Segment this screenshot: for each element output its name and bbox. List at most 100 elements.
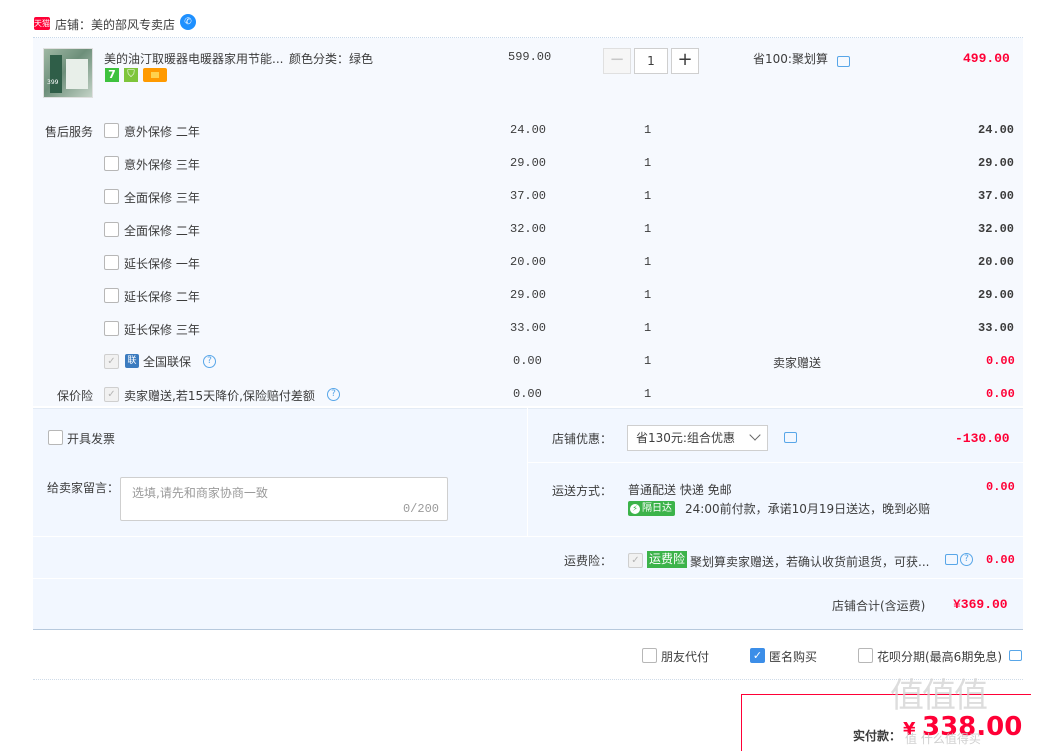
shop-name[interactable]: 店铺：美的部风专卖店 — [55, 16, 175, 33]
message-input[interactable]: 选填,请先和商家协商一致 0/200 — [120, 477, 448, 521]
next-day-tag: ⚡ 隔日达 — [628, 501, 675, 516]
service-total: 20.00 — [978, 255, 1015, 269]
help-icon[interactable]: ? — [203, 355, 216, 368]
promo-label: 省100:聚划算 — [753, 52, 828, 66]
order-divider — [33, 679, 1023, 680]
payment-label: 实付款： — [853, 729, 902, 743]
seven-day-return-icon: 7 — [105, 68, 119, 82]
bolt-icon: ⚡ — [630, 504, 640, 514]
promo-info-icon[interactable] — [837, 56, 850, 67]
lianbao-icon: 联 — [125, 354, 139, 368]
service-checkbox[interactable] — [104, 222, 119, 237]
service-price: 32.00 — [510, 222, 547, 236]
shipping-note: 24:00前付款，承诺10月19日送达，晚到必赔 — [685, 502, 931, 516]
lianbao-qty: 1 — [644, 354, 652, 368]
shipping-method: 普通配送 快递 免邮 — [628, 483, 732, 497]
service-qty: 1 — [644, 255, 652, 269]
price-protect-total: 0.00 — [986, 387, 1015, 401]
service-price: 29.00 — [510, 288, 547, 302]
product-title[interactable]: 美的油汀取暖器电暖器家用节能... — [104, 50, 283, 67]
invoice-checkbox[interactable] — [48, 430, 63, 445]
after-sales-label: 售后服务 — [45, 125, 94, 139]
increase-button[interactable]: + — [671, 48, 699, 74]
lianbao-note: 卖家赠送 — [773, 356, 822, 370]
watermark-logo: 值值值 — [890, 676, 988, 716]
shop-discount-amount: -130.00 — [955, 431, 1010, 446]
service-name[interactable]: 延长保修 二年 — [124, 288, 200, 305]
price-protect-name: 卖家赠送,若15天降价,保险赔付差额 — [124, 389, 315, 403]
huabei-checkbox[interactable] — [858, 648, 873, 663]
invoice-label[interactable]: 开具发票 — [67, 430, 115, 447]
service-checkbox[interactable] — [104, 123, 119, 138]
shop-discount-select[interactable]: 省130元:组合优惠 — [627, 425, 768, 451]
service-checkbox[interactable] — [104, 255, 119, 270]
item-subtotal: 499.00 — [963, 51, 1010, 66]
product-spec: 颜色分类：绿色 — [289, 52, 374, 66]
divider — [527, 408, 528, 536]
price-protect-price: 0.00 — [513, 387, 542, 401]
tmall-badge: 天猫 — [34, 17, 50, 30]
freight-insurance-label: 运费险： — [564, 554, 613, 568]
price-protect-checkbox: ✓ — [104, 387, 119, 402]
friend-pay-label[interactable]: 朋友代付 — [661, 648, 709, 665]
next-day-tag-text: 隔日达 — [642, 503, 672, 514]
divider — [33, 629, 1023, 630]
shipping-amount: 0.00 — [986, 480, 1015, 494]
shipping-label: 运送方式： — [552, 484, 613, 498]
huabei-info-icon[interactable] — [1009, 650, 1022, 661]
service-name[interactable]: 延长保修 一年 — [124, 255, 200, 272]
service-qty: 1 — [644, 321, 652, 335]
service-checkbox[interactable] — [104, 189, 119, 204]
friend-pay-checkbox[interactable] — [642, 648, 657, 663]
shop-total-amount: ¥369.00 — [953, 597, 1008, 612]
lianbao-total: 0.00 — [986, 354, 1015, 368]
lianbao-price: 0.00 — [513, 354, 542, 368]
message-char-count: 0/200 — [402, 502, 439, 516]
service-price: 33.00 — [510, 321, 547, 335]
unit-price: 599.00 — [508, 50, 552, 64]
wangwang-icon[interactable]: ✆ — [180, 14, 196, 30]
service-price: 24.00 — [510, 123, 547, 137]
price-protect-qty: 1 — [644, 387, 652, 401]
message-placeholder: 选填,请先和商家协商一致 — [132, 486, 268, 500]
service-price: 37.00 — [510, 189, 547, 203]
anonymous-label[interactable]: 匿名购买 — [769, 648, 817, 665]
service-name[interactable]: 全面保修 三年 — [124, 189, 200, 206]
service-total: 29.00 — [978, 288, 1015, 302]
service-checkbox[interactable] — [104, 156, 119, 171]
help-icon[interactable]: ? — [327, 388, 340, 401]
freight-info-icon[interactable] — [945, 554, 958, 565]
service-name[interactable]: 意外保修 三年 — [124, 156, 200, 173]
decrease-button[interactable]: − — [603, 48, 631, 74]
huabei-label[interactable]: 花呗分期(最高6期免息) — [877, 648, 1002, 665]
service-checkbox[interactable] — [104, 288, 119, 303]
freight-insurance-amount: 0.00 — [986, 553, 1015, 567]
service-checkbox[interactable] — [104, 321, 119, 336]
product-thumbnail[interactable]: 399 — [43, 48, 93, 98]
lianbao-checkbox: ✓ — [104, 354, 119, 369]
service-total: 32.00 — [978, 222, 1015, 236]
credit-card-icon — [143, 68, 167, 82]
lianbao-name: 全国联保 — [143, 355, 192, 369]
anonymous-checkbox[interactable]: ✓ — [750, 648, 765, 663]
service-qty: 1 — [644, 222, 652, 236]
service-name[interactable]: 延长保修 三年 — [124, 321, 200, 338]
quantity-input[interactable] — [634, 48, 668, 74]
service-qty: 1 — [644, 156, 652, 170]
divider — [33, 536, 1023, 537]
help-icon[interactable]: ? — [960, 553, 973, 566]
freight-insurance-desc: 聚划算卖家赠送，若确认收货前退货，可获... — [690, 555, 930, 569]
shop-discount-value: 省130元:组合优惠 — [636, 431, 735, 445]
divider — [33, 578, 1023, 579]
guarantee-shield-icon: ⛉ — [124, 68, 138, 82]
thumbnail-price: 399 — [47, 79, 59, 86]
service-total: 33.00 — [978, 321, 1015, 335]
freight-insurance-checkbox: ✓ — [628, 553, 643, 568]
service-total: 24.00 — [978, 123, 1015, 137]
message-label: 给卖家留言： — [47, 481, 120, 495]
service-name[interactable]: 全面保修 二年 — [124, 222, 200, 239]
service-name[interactable]: 意外保修 二年 — [124, 123, 200, 140]
discount-info-icon[interactable] — [784, 432, 797, 443]
service-total: 29.00 — [978, 156, 1015, 170]
divider — [33, 408, 1023, 409]
